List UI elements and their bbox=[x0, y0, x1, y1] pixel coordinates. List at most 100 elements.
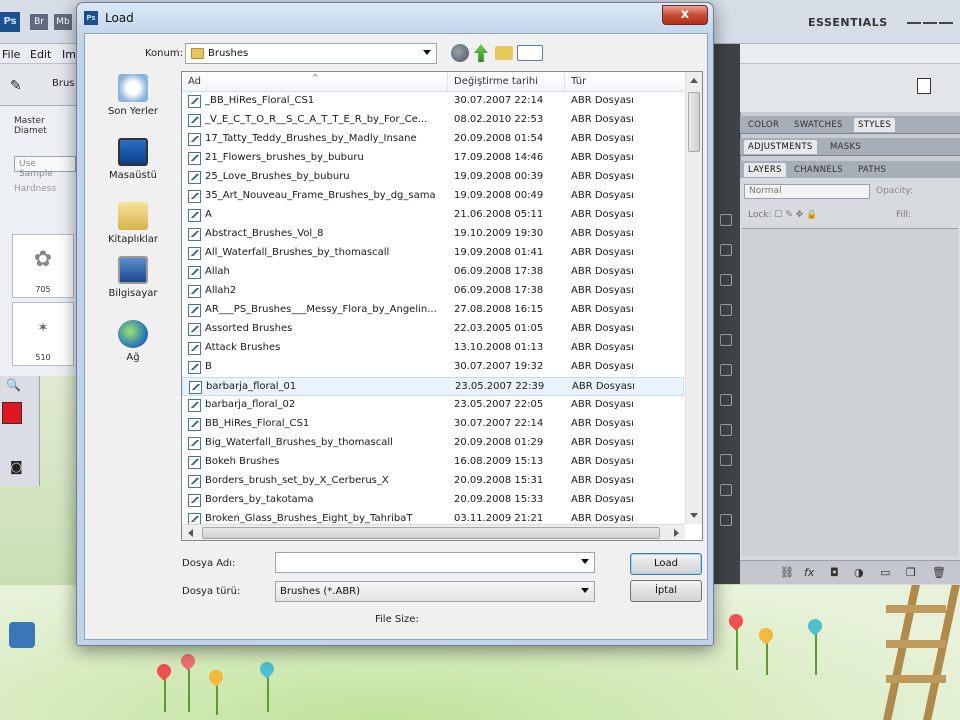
file-row[interactable]: barbarja_floral_01 23.05.2007 22:39 ABR Do… bbox=[182, 377, 684, 396]
foreground-color-swatch[interactable] bbox=[2, 402, 22, 424]
filename-input[interactable] bbox=[275, 552, 595, 573]
views-menu-button[interactable] bbox=[517, 45, 543, 61]
file-row[interactable]: B 30.07.2007 19:32 ABR Dosyası bbox=[182, 358, 684, 377]
location-value: Brushes bbox=[208, 48, 249, 59]
place-network[interactable]: Ağ bbox=[93, 320, 173, 363]
file-row[interactable]: Abstract_Brushes_Vol_8 19.10.2009 19:30 AB… bbox=[182, 225, 684, 244]
tab-channels[interactable]: CHANNELS bbox=[790, 163, 847, 177]
file-row[interactable]: Big_Waterfall_Brushes_by_thomascall 20.09… bbox=[182, 434, 684, 453]
file-row[interactable]: barbarja_floral_02 23.05.2007 22:05 ABR Do… bbox=[182, 396, 684, 415]
location-label: Konum: bbox=[145, 48, 183, 59]
minibridge-button[interactable]: Mb bbox=[54, 14, 72, 30]
file-name: Assorted Brushes bbox=[205, 323, 293, 334]
file-date: 30.07.2007 22:14 bbox=[454, 418, 544, 429]
file-date: 16.08.2009 15:13 bbox=[454, 456, 544, 467]
use-sample-button[interactable]: Use Sample bbox=[14, 156, 76, 179]
column-date[interactable]: Değiştirme tarihi bbox=[454, 76, 538, 87]
file-date: 27.08.2008 16:15 bbox=[454, 304, 544, 315]
blend-mode-select[interactable]: Normal bbox=[744, 184, 870, 199]
file-row[interactable]: 35_Art_Nouveau_Frame_Brushes_by_dg_sama 1… bbox=[182, 187, 684, 206]
folder-icon[interactable]: ▭ bbox=[880, 566, 890, 579]
back-button[interactable] bbox=[451, 44, 469, 62]
scroll-down-icon[interactable] bbox=[690, 513, 698, 518]
abr-file-icon bbox=[188, 133, 201, 146]
brush-tool-icon[interactable]: ✎ bbox=[10, 78, 22, 94]
file-row[interactable]: BB_HiRes_Floral_CS1 30.07.2007 22:14 ABR D… bbox=[182, 415, 684, 434]
desktop-shortcut[interactable] bbox=[2, 622, 42, 650]
menu-file[interactable]: File bbox=[2, 48, 20, 61]
file-row[interactable]: Assorted Brushes 22.03.2005 01:05 ABR Dosy… bbox=[182, 320, 684, 339]
column-type[interactable]: Tür bbox=[571, 76, 586, 87]
adjustment-icon[interactable]: ◑ bbox=[854, 566, 864, 579]
load-button[interactable]: Load bbox=[630, 553, 702, 575]
new-folder-button[interactable] bbox=[495, 46, 513, 60]
link-icon[interactable]: ⛓ bbox=[780, 566, 794, 579]
lock-icons[interactable]: ☐ ✎ ✥ 🔒 bbox=[774, 210, 817, 220]
vertical-scrollbar[interactable] bbox=[685, 72, 702, 524]
scroll-right-icon[interactable] bbox=[674, 529, 679, 537]
dialog-titlebar[interactable]: Ps Load x bbox=[77, 3, 713, 33]
file-row[interactable]: 21_Flowers_brushes_by_buburu 17.09.2008 1… bbox=[182, 149, 684, 168]
file-row[interactable]: 17_Tatty_Teddy_Brushes_by_Madly_Insane 20… bbox=[182, 130, 684, 149]
file-row[interactable]: Allah 06.09.2008 17:38 ABR Dosyası bbox=[182, 263, 684, 282]
file-row[interactable]: Borders_by_takotama 20.09.2008 15:33 ABR D… bbox=[182, 491, 684, 510]
scroll-left-icon[interactable] bbox=[188, 529, 193, 537]
filetype-select[interactable]: Brushes (*.ABR) bbox=[275, 581, 595, 602]
place-recent[interactable]: Son Yerler bbox=[93, 74, 173, 117]
place-computer[interactable]: Bilgisayar bbox=[93, 256, 173, 299]
brush-preset-label[interactable]: Brus bbox=[52, 78, 75, 89]
file-row[interactable]: 25_Love_Brushes_by_buburu 19.09.2008 00:3… bbox=[182, 168, 684, 187]
location-combo[interactable]: Brushes bbox=[185, 43, 437, 64]
file-row[interactable]: A 21.06.2008 05:11 ABR Dosyası bbox=[182, 206, 684, 225]
dialog-title: Load bbox=[105, 11, 134, 25]
fx-icon[interactable]: fx bbox=[804, 566, 814, 579]
file-name: Abstract_Brushes_Vol_8 bbox=[205, 228, 324, 239]
scroll-thumb[interactable] bbox=[202, 527, 660, 539]
file-row[interactable]: Bokeh Brushes 16.08.2009 15:13 ABR Dosyası bbox=[182, 453, 684, 472]
file-row[interactable]: Allah2 06.09.2008 17:38 ABR Dosyası bbox=[182, 282, 684, 301]
tab-layers[interactable]: LAYERS bbox=[744, 163, 786, 177]
document-icon[interactable] bbox=[917, 78, 931, 94]
file-date: 03.11.2009 21:21 bbox=[454, 513, 544, 524]
place-libraries[interactable]: Kitaplıklar bbox=[93, 202, 173, 245]
chevron-down-icon[interactable] bbox=[581, 559, 589, 564]
hardness-label: Hardness bbox=[14, 184, 57, 194]
file-type: ABR Dosyası bbox=[571, 399, 634, 410]
tab-paths[interactable]: PATHS bbox=[854, 163, 890, 177]
new-layer-icon[interactable]: ❐ bbox=[906, 566, 916, 579]
trash-icon[interactable]: 🗑 bbox=[932, 566, 946, 579]
tab-color[interactable]: COLOR bbox=[744, 118, 783, 132]
file-type: ABR Dosyası bbox=[571, 133, 634, 144]
brush-thumbnail[interactable]: ✶ 510 bbox=[12, 302, 74, 366]
close-button[interactable]: x bbox=[662, 5, 708, 25]
menu-edit[interactable]: Edit bbox=[30, 48, 51, 61]
bridge-button[interactable]: Br bbox=[30, 14, 48, 30]
cancel-button[interactable]: İptal bbox=[630, 580, 702, 602]
horizontal-scrollbar[interactable] bbox=[182, 524, 685, 540]
file-row[interactable]: AR___PS_Brushes___Messy_Flora_by_Angelin… bbox=[182, 301, 684, 320]
quickmask-icon[interactable]: ◙ bbox=[10, 460, 23, 475]
tab-swatches[interactable]: SWATCHES bbox=[790, 118, 847, 132]
scroll-thumb[interactable] bbox=[688, 92, 700, 152]
workspace-switcher[interactable]: ESSENTIALS bbox=[808, 16, 888, 29]
brush-thumbnail[interactable]: ✿ 705 bbox=[12, 234, 74, 298]
column-name[interactable]: Ad bbox=[188, 76, 201, 87]
filetype-label: Dosya türü: bbox=[182, 586, 241, 597]
file-row[interactable]: _V_E_C_T_O_R__S_C_A_T_T_E_R_by_For_Ce...… bbox=[182, 111, 684, 130]
tab-adjustments[interactable]: ADJUSTMENTS bbox=[744, 140, 817, 154]
file-name: Big_Waterfall_Brushes_by_thomascall bbox=[205, 437, 393, 448]
window-controls[interactable] bbox=[905, 12, 957, 30]
file-row[interactable]: All_Waterfall_Brushes_by_thomascall 19.09… bbox=[182, 244, 684, 263]
file-row[interactable]: Borders_brush_set_by_X_Cerberus_X 20.09.2… bbox=[182, 472, 684, 491]
file-row[interactable]: _BB_HiRes_Floral_CS1 30.07.2007 22:14 ABR … bbox=[182, 92, 684, 111]
mask-icon[interactable]: ◘ bbox=[830, 566, 839, 579]
scroll-up-icon[interactable] bbox=[690, 78, 698, 83]
tab-styles[interactable]: STYLES bbox=[854, 118, 896, 132]
zoom-tool-icon[interactable]: 🔍 bbox=[6, 378, 21, 392]
file-row[interactable]: Attack Brushes 13.10.2008 01:13 ABR Dosyas… bbox=[182, 339, 684, 358]
place-desktop[interactable]: Masaüstü bbox=[93, 138, 173, 181]
up-folder-button[interactable] bbox=[474, 44, 488, 62]
load-dialog: Ps Load x Konum: Brushes Son Yerler Masa… bbox=[76, 2, 714, 646]
layers-list[interactable] bbox=[742, 228, 958, 556]
tab-masks[interactable]: MASKS bbox=[826, 140, 865, 154]
